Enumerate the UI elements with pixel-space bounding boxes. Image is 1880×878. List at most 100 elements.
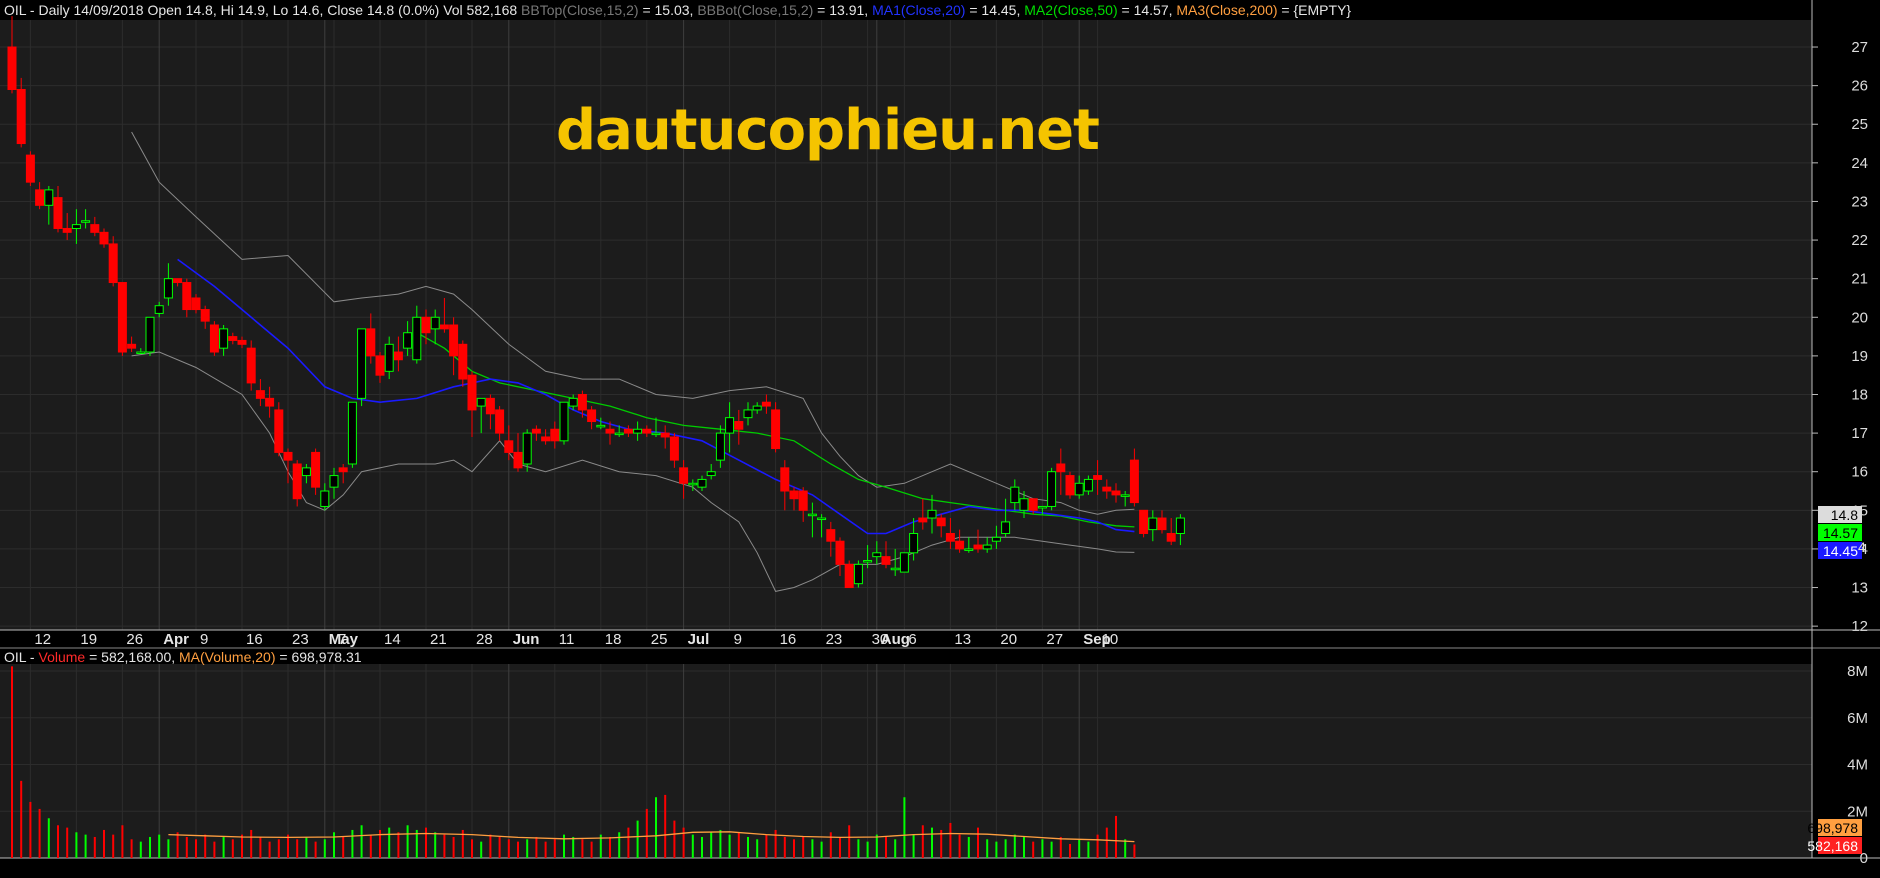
candle-up [403, 332, 413, 349]
candle-up [44, 189, 54, 206]
volume-bar [820, 841, 823, 858]
price-tick-label: 16 [1851, 464, 1868, 481]
volume-bar [130, 839, 133, 858]
x-tick-label: 26 [126, 631, 143, 648]
candle-up [1175, 517, 1185, 534]
candle-down [421, 316, 431, 334]
ma3-label: MA3(Close,200) [1176, 2, 1278, 18]
volume-bar [351, 829, 354, 858]
volume-bar [47, 818, 50, 858]
candle-up [1120, 494, 1130, 497]
volume-bar [765, 834, 768, 858]
volume-tick-label: 2M [1847, 803, 1868, 820]
volume-bar [866, 841, 869, 858]
candle-up [412, 316, 422, 361]
candle-down [265, 397, 275, 407]
candle-down [25, 154, 35, 183]
candle-down [955, 540, 965, 550]
x-tick-label: 19 [80, 631, 97, 648]
volume-bar [112, 834, 115, 858]
candle-up [706, 471, 716, 477]
last-close-label: 14.8 [1831, 507, 1858, 523]
candle-up [145, 316, 155, 353]
volume-bar [176, 832, 179, 858]
candle-down [531, 428, 541, 434]
volume-bar [636, 820, 639, 858]
last-volume-label: 582,168 [1807, 838, 1858, 854]
volume-bar [314, 841, 317, 858]
volume-bar [894, 839, 897, 858]
candle-down [1065, 475, 1075, 496]
candle-down [1111, 490, 1121, 496]
volume-bar [11, 666, 13, 858]
volume-bar [912, 834, 915, 858]
candle-down [587, 409, 597, 423]
volume-bar [103, 829, 105, 858]
ma1-value: = 14.45, [965, 2, 1025, 18]
bbtop-value: = 15.03, [638, 2, 698, 18]
candle-down [485, 397, 495, 415]
candle-up [301, 467, 311, 477]
candle-up [596, 424, 606, 428]
vol-ma-label: MA(Volume,20) [179, 649, 276, 665]
volume-tick-label: 6M [1847, 710, 1868, 727]
candle-down [467, 374, 477, 411]
candle-down [439, 324, 449, 330]
x-tick-label: 27 [1046, 631, 1063, 648]
candle-up [1019, 498, 1029, 511]
last-ma2-label: 14.57 [1823, 525, 1858, 541]
candle-down [513, 451, 523, 469]
x-tick-label: 20 [1000, 631, 1017, 648]
volume-bar [811, 839, 814, 858]
volume-bar [691, 834, 694, 858]
volume-bar [443, 834, 446, 858]
last-bb-label: 4 [1858, 539, 1866, 555]
volume-bar [213, 841, 216, 858]
volume-bar [93, 836, 96, 858]
candle-down [1093, 475, 1103, 480]
volume-bar [277, 839, 280, 858]
volume-bar [1059, 836, 1062, 858]
volume-bar [885, 836, 887, 858]
candle-down [200, 309, 210, 322]
candle-down [108, 243, 118, 284]
volume-bar [526, 839, 529, 858]
candle-down [209, 324, 219, 353]
volume-bar [259, 836, 262, 858]
candle-up [81, 220, 91, 223]
candle-up [71, 224, 81, 229]
price-tick-label: 27 [1851, 39, 1868, 56]
volume-bar [471, 839, 473, 858]
candle-down [918, 517, 928, 523]
volume-bar [793, 839, 795, 858]
candle-down [117, 282, 127, 353]
volume-bar [553, 839, 556, 858]
candle-down [660, 432, 670, 438]
candle-up [927, 509, 937, 519]
candle-down [789, 490, 799, 500]
candle-down [1157, 517, 1167, 531]
candle-down [283, 451, 293, 461]
header-summary: - Daily 14/09/2018 Open 14.8, Hi 14.9, L… [26, 2, 522, 18]
volume-bar [1087, 841, 1090, 858]
candle-up [890, 567, 900, 571]
price-tick-label: 25 [1851, 116, 1868, 133]
candle-up [752, 405, 762, 411]
candle-down [1028, 498, 1038, 511]
candle-down [550, 428, 560, 442]
volume-bar [747, 836, 749, 858]
volume-bar [664, 794, 667, 858]
volume-bar [609, 836, 611, 858]
candle-down [62, 227, 72, 233]
candle-down [945, 532, 955, 542]
candle-down [1056, 463, 1066, 473]
x-tick-label: 16 [780, 631, 797, 648]
volume-bar [673, 820, 676, 858]
price-tick-label: 21 [1851, 271, 1868, 288]
vol-header-sep: - [26, 649, 39, 665]
volume-bar [710, 832, 713, 858]
candle-up [817, 517, 827, 521]
candle-down [1102, 486, 1112, 492]
volume-bar [406, 825, 409, 858]
ma3-value: = {EMPTY} [1277, 2, 1352, 18]
